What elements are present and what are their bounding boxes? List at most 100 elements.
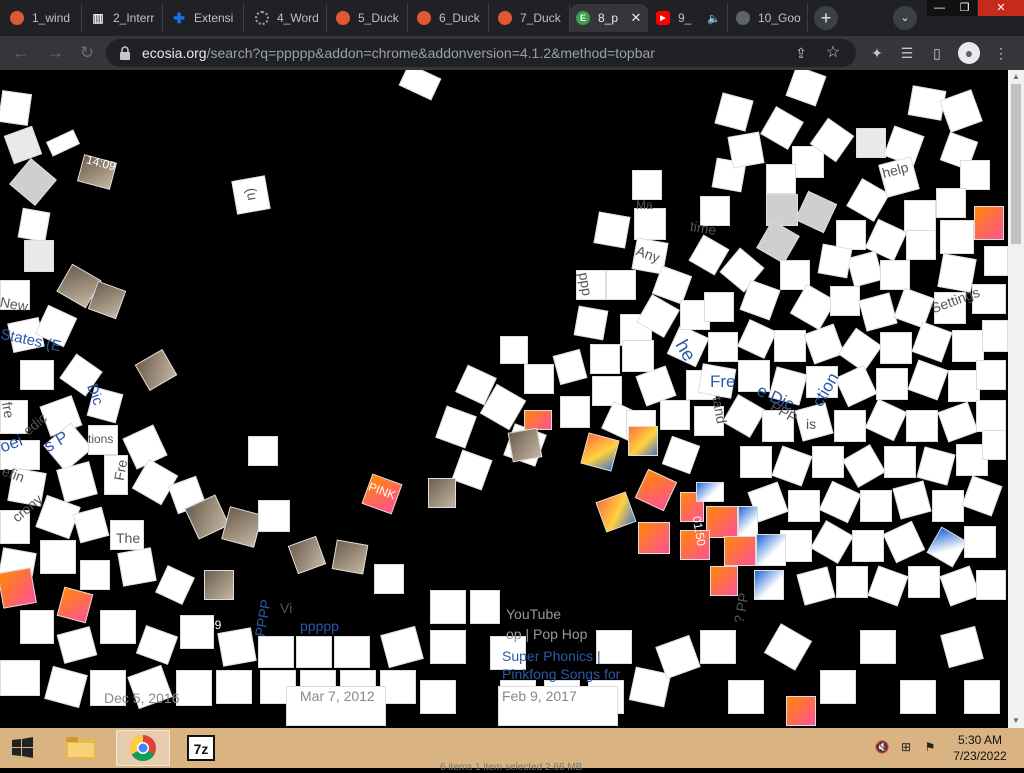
- result-tile: [430, 630, 466, 664]
- fragment-text: Ma: [636, 198, 653, 212]
- tab-10[interactable]: 10_Goo: [730, 4, 808, 32]
- taskbar-chrome[interactable]: [116, 730, 170, 766]
- thumbnail-tile: [0, 567, 37, 609]
- browser-toolbar: ← → ↻ ecosia.org/search?q=ppppp&addon=ch…: [0, 36, 1024, 70]
- minimize-button[interactable]: —: [927, 0, 952, 16]
- result-tile: [700, 630, 736, 664]
- profile-avatar-icon[interactable]: ●: [958, 42, 980, 64]
- tab-title: 9_: [678, 11, 692, 25]
- result-tile: [911, 321, 953, 363]
- tab-4[interactable]: 4_Word: [249, 4, 327, 32]
- result-tile: [708, 332, 738, 362]
- result-tile: [552, 348, 588, 386]
- taskbar-clock[interactable]: 5:30 AM 7/23/2022: [944, 732, 1016, 764]
- result-tile: [908, 566, 940, 598]
- result-tile: [258, 636, 294, 668]
- reading-list-icon[interactable]: ☰: [896, 42, 918, 64]
- result-tile: [334, 636, 370, 668]
- fragment-text: Vi: [280, 600, 293, 616]
- thumbnail-tile: [754, 570, 784, 600]
- result-tile: [430, 590, 466, 624]
- result-tile: [796, 566, 836, 606]
- tab-search-button[interactable]: ⌄: [893, 6, 917, 30]
- result-tile: [884, 446, 916, 478]
- tab-5[interactable]: 5_Duck: [330, 4, 408, 32]
- result-tile: [46, 129, 80, 157]
- thumbnail-tile: [56, 586, 94, 624]
- thumbnail-tile: [974, 206, 1004, 240]
- result-tile: [836, 566, 868, 598]
- menu-dots-icon[interactable]: ⋮: [990, 42, 1012, 64]
- fragment-text: ppppp: [300, 618, 339, 634]
- result-tile: [834, 410, 866, 442]
- result-tile: [0, 90, 33, 126]
- tab-3[interactable]: ✚ Extensi: [166, 4, 244, 32]
- folder-icon: [66, 737, 96, 759]
- result-tile: [842, 444, 886, 488]
- action-center-flag-icon[interactable]: ⚑: [922, 740, 938, 756]
- side-panel-icon[interactable]: ▯: [926, 42, 948, 64]
- network-icon[interactable]: ⊞: [898, 740, 914, 756]
- result-tile: [940, 625, 984, 669]
- result-tile: [17, 207, 51, 243]
- tab-8-active[interactable]: E 8_p ✕: [570, 4, 648, 32]
- result-tile: [398, 70, 442, 101]
- lock-icon[interactable]: [118, 45, 132, 61]
- new-tab-button[interactable]: +: [814, 6, 838, 30]
- close-window-button[interactable]: ✕: [978, 0, 1024, 16]
- result-tile: [860, 490, 892, 522]
- result-tile: [906, 410, 938, 442]
- result-tile: [856, 128, 886, 158]
- loading-spinner-icon: [255, 11, 269, 25]
- volume-muted-icon[interactable]: 🔇: [874, 740, 890, 756]
- scrollbar-thumb[interactable]: [1011, 84, 1021, 244]
- result-tile: [470, 590, 500, 624]
- result-tile: [785, 70, 827, 107]
- restore-button[interactable]: ❐: [952, 0, 977, 16]
- search-results-page[interactable]: 14:09 (u New States (E Dic fre edic oei …: [0, 70, 1008, 728]
- result-tile: [830, 286, 860, 316]
- result-tile: [858, 292, 898, 332]
- address-bar[interactable]: ecosia.org/search?q=ppppp&addon=chrome&a…: [106, 39, 856, 67]
- forward-button[interactable]: →: [44, 42, 66, 64]
- result-tile: [771, 445, 813, 487]
- result-tile: [714, 92, 754, 132]
- result-tile: [380, 625, 424, 669]
- tab-1[interactable]: 1_wind: [4, 4, 82, 32]
- extension-icon[interactable]: ✦: [866, 42, 888, 64]
- svg-text:7z: 7z: [194, 741, 209, 757]
- tab-title: 7_Duck: [520, 11, 561, 25]
- tab-2[interactable]: ▥ 2_Interr: [85, 4, 163, 32]
- tab-title: 6_Duck: [439, 11, 480, 25]
- result-tile: [834, 364, 878, 408]
- back-button[interactable]: ←: [10, 42, 32, 64]
- share-icon[interactable]: ⇪: [790, 42, 812, 64]
- result-tile: [740, 446, 772, 478]
- fragment-text: 1:09: [198, 618, 222, 632]
- result-tile: [560, 396, 590, 428]
- tab-title: 2_Interr: [113, 11, 155, 25]
- result-tile: [117, 547, 157, 587]
- result-tile: [976, 360, 1006, 390]
- bookmark-star-icon[interactable]: ☆: [822, 42, 844, 64]
- tab-6[interactable]: 6_Duck: [411, 4, 489, 32]
- result-tile: [976, 570, 1006, 600]
- result-tile: [984, 246, 1008, 276]
- result-tile: [135, 625, 179, 665]
- taskbar-7zip[interactable]: 7z: [174, 730, 228, 766]
- taskbar-file-explorer[interactable]: [54, 730, 108, 766]
- scroll-down-icon[interactable]: ▼: [1008, 714, 1024, 728]
- close-tab-icon[interactable]: ✕: [628, 10, 644, 26]
- thumbnail-tile: [331, 539, 369, 575]
- page-scrollbar[interactable]: ▲ ▼: [1008, 70, 1024, 728]
- fragment-text: PPPP: [251, 598, 274, 638]
- result-tile: [961, 475, 1003, 517]
- start-button[interactable]: [0, 728, 46, 768]
- reload-button[interactable]: ↻: [76, 42, 98, 64]
- result-tile: [810, 520, 854, 564]
- tab-9[interactable]: ▶ 9_ 🔈: [650, 4, 728, 32]
- result-tile: [216, 670, 252, 704]
- thumbnail-tile: [580, 432, 620, 472]
- scroll-up-icon[interactable]: ▲: [1008, 70, 1024, 84]
- tab-7[interactable]: 7_Duck: [492, 4, 570, 32]
